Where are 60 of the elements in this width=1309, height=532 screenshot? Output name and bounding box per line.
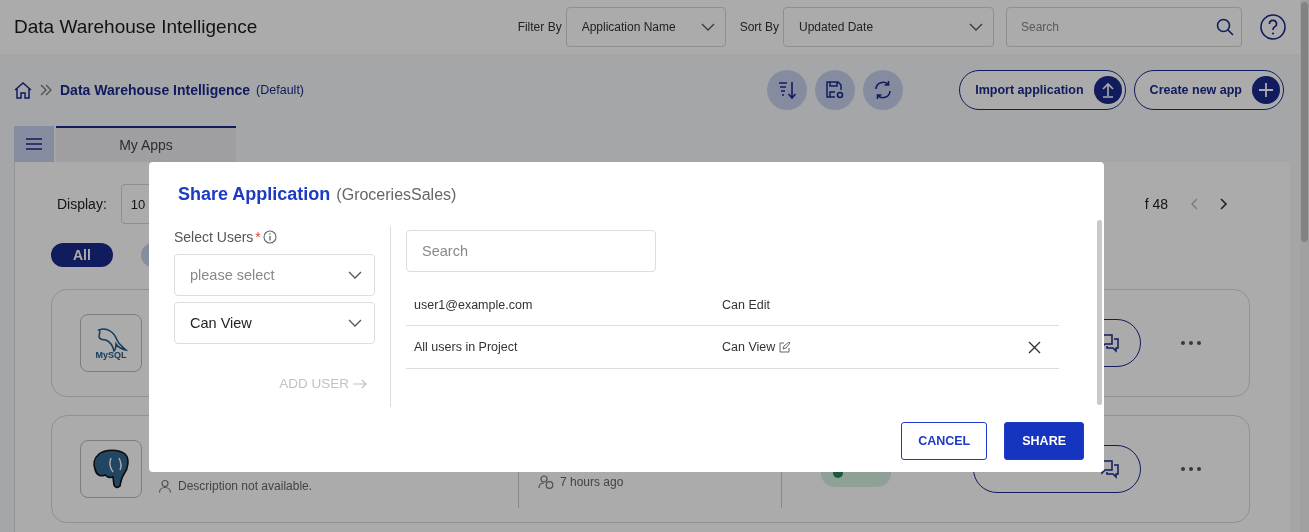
- app-description: Description not available.: [178, 479, 313, 493]
- close-icon[interactable]: [1028, 340, 1041, 354]
- sort-order-button[interactable]: [767, 70, 808, 110]
- chevron-down-icon: [348, 271, 362, 279]
- sort-icon: [777, 80, 798, 100]
- next-page-icon[interactable]: [1220, 198, 1228, 210]
- create-app-button[interactable]: Create new app: [1133, 70, 1284, 110]
- menu-icon: [26, 138, 42, 150]
- dialog-subtitle: (GroceriesSales): [336, 186, 457, 204]
- arrow-right-icon: [353, 378, 367, 389]
- user-select[interactable]: please select: [174, 254, 375, 296]
- chevron-down-icon: [700, 23, 715, 31]
- breadcrumb-link[interactable]: Data Warehouse Intelligence: [60, 82, 251, 98]
- more-icon[interactable]: [1181, 341, 1201, 345]
- cancel-button[interactable]: CANCEL: [901, 422, 988, 460]
- required-mark: *: [255, 229, 261, 245]
- updated-time: 7 hours ago: [560, 475, 624, 489]
- sort-label: Sort By: [739, 20, 779, 34]
- search-field[interactable]: Search: [406, 230, 656, 272]
- chevron-down-icon: [969, 23, 983, 31]
- info-icon: [262, 230, 277, 244]
- shared-user: All users in Project: [414, 340, 519, 354]
- page-count: f 48: [1144, 196, 1168, 212]
- sort-dropdown[interactable]: Updated Date: [783, 7, 994, 47]
- share-button[interactable]: SHARE: [1004, 422, 1084, 460]
- permission-text: Can Edit: [722, 298, 770, 312]
- person-icon: [158, 479, 172, 493]
- search-icon: [1216, 18, 1234, 36]
- save-settings-button[interactable]: [815, 70, 856, 110]
- dialog-title: Share Application: [178, 184, 331, 205]
- save-gear-icon: [825, 80, 846, 100]
- display-label: Display:: [57, 196, 107, 212]
- permission-select[interactable]: Can View: [174, 302, 375, 344]
- upload-icon: [1093, 76, 1122, 104]
- home-icon[interactable]: [14, 81, 32, 99]
- refresh-icon: [873, 80, 894, 100]
- filter-dropdown[interactable]: Application Name: [565, 7, 726, 47]
- permission-text: Can View: [722, 340, 776, 354]
- scrollbar[interactable]: [1097, 220, 1102, 405]
- menu-button[interactable]: [14, 126, 54, 162]
- refresh-button[interactable]: [863, 70, 904, 110]
- select-users-label: Select Users: [174, 229, 254, 245]
- import-app-button[interactable]: Import application: [959, 70, 1126, 110]
- tab[interactable]: My Apps: [56, 126, 236, 162]
- search-field[interactable]: Search: [1006, 7, 1242, 47]
- app-title: Data Warehouse Intelligence: [14, 16, 259, 38]
- filter-chip[interactable]: All: [51, 243, 113, 267]
- user-clock-icon: [538, 475, 554, 489]
- scrollbar[interactable]: [1300, 0, 1309, 532]
- default-note: (Default): [256, 83, 305, 97]
- filter-label: Filter By: [517, 20, 562, 34]
- more-icon[interactable]: [1181, 467, 1201, 471]
- plus-icon: [1252, 76, 1280, 104]
- double-chevron-icon: [40, 84, 52, 96]
- chevron-down-icon: [348, 319, 362, 327]
- shared-user: user1@example.com: [414, 298, 534, 312]
- edit-icon[interactable]: [779, 341, 791, 353]
- logo-text: MySQL: [95, 350, 127, 360]
- help-icon[interactable]: [1260, 14, 1286, 40]
- elephant-icon: [91, 448, 131, 490]
